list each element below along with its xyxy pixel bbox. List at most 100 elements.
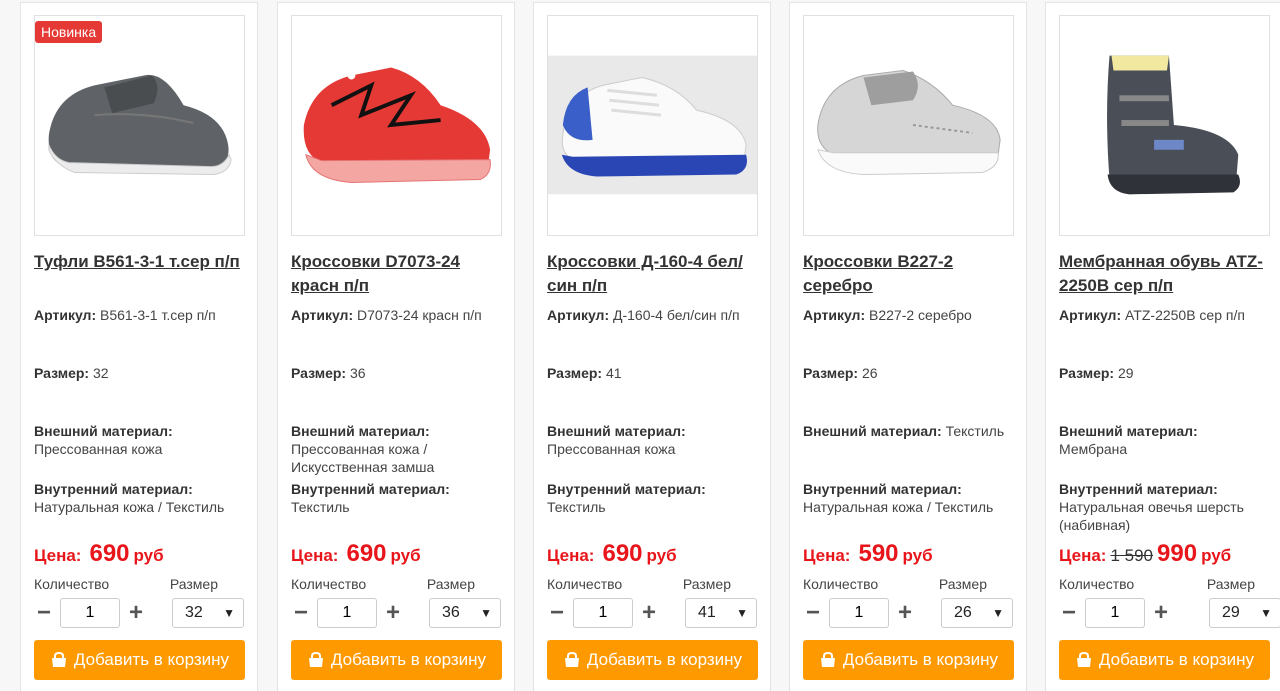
price-label: Цена:	[803, 546, 851, 565]
product-card: Кроссовки B227-2 серебро Артикул: B227-2…	[789, 2, 1027, 691]
inner-material-row: Внутренний материал: Натуральная кожа / …	[803, 480, 1013, 538]
size-row: Размер: 29	[1059, 364, 1280, 422]
minus-icon[interactable]: −	[34, 599, 54, 627]
quantity-stepper: − +	[291, 598, 403, 628]
chevron-down-icon: ▼	[223, 606, 235, 620]
price-value: 590	[858, 540, 899, 567]
quantity-input[interactable]	[317, 598, 377, 628]
inner-material-value: Текстиль	[291, 499, 350, 515]
plus-icon[interactable]: +	[383, 599, 403, 627]
size-select[interactable]: 32 ▼	[172, 598, 244, 628]
add-to-cart-button[interactable]: Добавить в корзину	[291, 640, 502, 680]
control-labels: Количество Размер	[1059, 576, 1280, 596]
price: Цена: 690 руб	[34, 540, 244, 576]
quantity-input[interactable]	[829, 598, 889, 628]
size-value: 29	[1117, 365, 1134, 381]
price-label: Цена:	[34, 546, 82, 565]
minus-icon[interactable]: −	[1059, 599, 1079, 627]
control-labels: Количество Размер	[803, 576, 1013, 596]
size-label: Размер:	[34, 365, 90, 381]
size-row: Размер: 26	[803, 364, 1013, 422]
inner-material-row: Внутренний материал: Текстиль	[291, 480, 501, 538]
minus-icon[interactable]: −	[291, 599, 311, 627]
controls: − + 32 ▼	[34, 596, 244, 630]
quantity-input[interactable]	[60, 598, 120, 628]
product-image[interactable]	[1059, 15, 1270, 236]
outer-material-value: Текстиль	[945, 423, 1005, 439]
sku-value: Д-160-4 бел/син п/п	[613, 307, 740, 323]
plus-icon[interactable]: +	[126, 599, 146, 627]
plus-icon[interactable]: +	[895, 599, 915, 627]
product-card: Кроссовки Д-160-4 бел/син п/п Артикул: Д…	[533, 2, 771, 691]
size-select-label: Размер	[1206, 576, 1255, 592]
quantity-label: Количество	[291, 576, 367, 592]
product-grid: Новинка Туфли B561-3-1 т.сер п/п Артикул…	[0, 0, 1280, 691]
bag-icon	[51, 652, 66, 667]
white-blue-sneaker-icon	[548, 55, 757, 195]
add-to-cart-button[interactable]: Добавить в корзину	[1059, 640, 1270, 680]
size-label: Размер:	[1059, 365, 1115, 381]
sku-value: ATZ-2250B сер п/п	[1125, 307, 1245, 323]
plus-icon[interactable]: +	[639, 599, 659, 627]
quantity-stepper: − +	[803, 598, 915, 628]
sku-label: Артикул:	[803, 307, 866, 323]
add-to-cart-button[interactable]: Добавить в корзину	[803, 640, 1014, 680]
sku-row: Артикул: ATZ-2250B сер п/п	[1059, 306, 1280, 364]
outer-material-label: Внешний материал:	[34, 423, 173, 439]
product-image[interactable]: Новинка	[34, 15, 245, 236]
minus-icon[interactable]: −	[547, 599, 567, 627]
product-title-link[interactable]: Мембранная обувь ATZ-2250B сер п/п	[1059, 250, 1280, 300]
price-label: Цена:	[291, 546, 339, 565]
price-currency: руб	[390, 546, 421, 565]
product-card: Кроссовки D7073-24 красн п/п Артикул: D7…	[277, 2, 515, 691]
size-label: Размер:	[547, 365, 603, 381]
price: Цена: 690 руб	[291, 540, 501, 576]
chevron-down-icon: ▼	[992, 606, 1004, 620]
outer-material-row: Внешний материал: Текстиль	[803, 422, 1013, 480]
product-title-link[interactable]: Туфли B561-3-1 т.сер п/п	[34, 250, 244, 300]
size-select-value: 36	[442, 604, 460, 621]
product-image[interactable]	[291, 15, 502, 236]
bag-icon	[820, 652, 835, 667]
outer-material-row: Внешний материал: Прессованная кожа	[547, 422, 757, 480]
inner-material-label: Внутренний материал:	[34, 481, 193, 497]
add-to-cart-label: Добавить в корзину	[73, 650, 230, 669]
silver-sneaker-icon	[817, 70, 1001, 176]
size-select[interactable]: 29 ▼	[1209, 598, 1280, 628]
product-image[interactable]	[803, 15, 1014, 236]
inner-material-value: Текстиль	[547, 499, 606, 515]
bag-icon	[564, 652, 579, 667]
quantity-input[interactable]	[573, 598, 633, 628]
outer-material-value: Прессованная кожа / Искусственная замша	[291, 441, 435, 475]
outer-material-label: Внешний материал:	[547, 423, 686, 439]
price-value: 690	[602, 540, 643, 567]
grey-shoe-icon	[48, 74, 232, 176]
sku-row: Артикул: B227-2 серебро	[803, 306, 1013, 364]
add-to-cart-label: Добавить в корзину	[842, 650, 999, 669]
price-currency: руб	[133, 546, 164, 565]
size-select[interactable]: 26 ▼	[941, 598, 1013, 628]
product-title-link[interactable]: Кроссовки Д-160-4 бел/син п/п	[547, 250, 757, 300]
product-title-link[interactable]: Кроссовки D7073-24 красн п/п	[291, 250, 501, 300]
sku-value: D7073-24 красн п/п	[357, 307, 482, 323]
size-row: Размер: 36	[291, 364, 501, 422]
price-currency: руб	[646, 546, 677, 565]
controls: − + 29 ▼	[1059, 596, 1280, 630]
size-select-value: 41	[698, 604, 716, 621]
add-to-cart-button[interactable]: Добавить в корзину	[547, 640, 758, 680]
product-title-link[interactable]: Кроссовки B227-2 серебро	[803, 250, 1013, 300]
control-labels: Количество Размер	[34, 576, 244, 596]
plus-icon[interactable]: +	[1151, 599, 1171, 627]
size-select-value: 29	[1222, 604, 1240, 621]
product-image[interactable]	[547, 15, 758, 236]
size-select-value: 26	[954, 604, 972, 621]
control-labels: Количество Размер	[291, 576, 501, 596]
add-to-cart-button[interactable]: Добавить в корзину	[34, 640, 245, 680]
size-select[interactable]: 41 ▼	[685, 598, 757, 628]
sku-label: Артикул:	[1059, 307, 1122, 323]
size-select[interactable]: 36 ▼	[429, 598, 501, 628]
sku-row: Артикул: D7073-24 красн п/п	[291, 306, 501, 364]
inner-material-label: Внутренний материал:	[803, 481, 962, 497]
quantity-input[interactable]	[1085, 598, 1145, 628]
minus-icon[interactable]: −	[803, 599, 823, 627]
